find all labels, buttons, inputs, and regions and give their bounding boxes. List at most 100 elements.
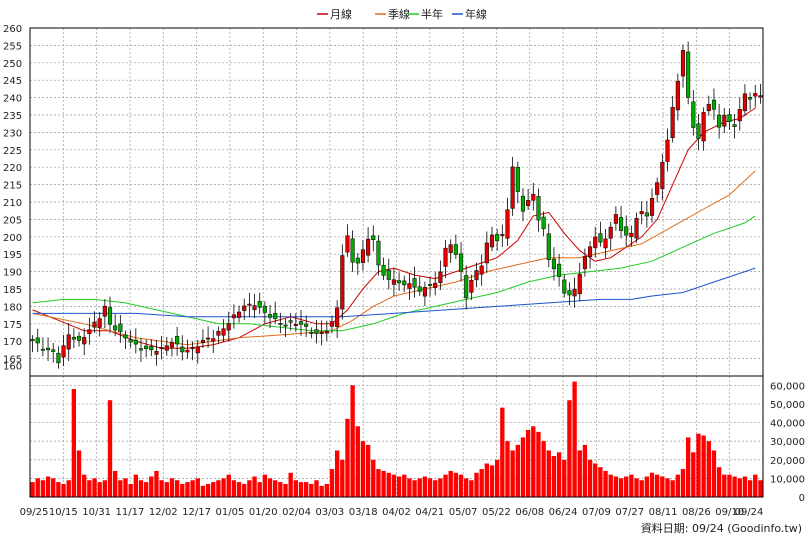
volume-bar xyxy=(340,459,345,497)
volume-bar xyxy=(551,456,557,497)
candle-body xyxy=(293,324,298,326)
volume-bar xyxy=(174,480,180,497)
candle-body xyxy=(675,80,680,111)
price-tick-label: 160 xyxy=(3,362,22,373)
candle-body xyxy=(30,339,35,341)
price-tick-label: 175 xyxy=(3,320,22,331)
candle-body xyxy=(298,321,304,325)
volume-tick-label: 0 xyxy=(799,493,805,504)
volume-bar xyxy=(417,478,422,497)
volume-bar xyxy=(618,478,624,497)
price-tick-label: 260 xyxy=(3,24,22,35)
candle-body xyxy=(546,233,551,260)
volume-bar xyxy=(82,474,87,497)
candle-body xyxy=(133,339,138,345)
volume-bar xyxy=(164,482,169,497)
volume-bar xyxy=(262,474,268,497)
candle-body xyxy=(644,212,649,217)
candle-body xyxy=(520,195,526,212)
volume-bar xyxy=(639,480,644,497)
volume-bar xyxy=(329,469,335,497)
candle-body xyxy=(71,336,76,340)
price-tick-label: 210 xyxy=(3,198,22,209)
volume-bar xyxy=(737,478,742,497)
candle-body xyxy=(164,345,169,351)
candle-body xyxy=(701,112,706,142)
x-tick-label: 07/27 xyxy=(615,507,644,518)
candle-body xyxy=(206,337,211,340)
volume-bar xyxy=(427,478,433,497)
candle-body xyxy=(541,216,546,229)
volume-tick-label: 40,000 xyxy=(770,419,805,430)
candle-body xyxy=(66,334,71,350)
volume-bar xyxy=(716,467,722,497)
price-tick-label: 220 xyxy=(3,163,22,174)
price-tick-label: 250 xyxy=(3,59,22,70)
volume-bar xyxy=(448,470,453,497)
volume-bar xyxy=(149,476,154,497)
x-tick-label: 02/04 xyxy=(282,507,311,518)
volume-bar xyxy=(531,426,536,497)
x-tick-label: 03/03 xyxy=(315,507,344,518)
candle-body xyxy=(500,234,505,236)
volume-bar xyxy=(236,482,242,497)
volume-bar xyxy=(598,467,603,497)
volume-bar xyxy=(102,480,108,497)
volume-bar xyxy=(685,437,691,497)
candle-body xyxy=(273,313,278,319)
volume-bar xyxy=(288,472,293,497)
volume-bar xyxy=(660,476,665,497)
candle-body xyxy=(613,214,618,224)
volume-bar xyxy=(396,476,402,497)
candle-body xyxy=(660,161,665,189)
volume-bar xyxy=(159,480,164,497)
x-tick-label: 09/25 xyxy=(20,507,49,518)
candle-body xyxy=(686,51,691,98)
volume-bar xyxy=(536,431,541,497)
candle-body xyxy=(102,305,107,317)
candle-body xyxy=(355,257,360,264)
volume-bar xyxy=(360,441,366,497)
candle-body xyxy=(649,198,655,216)
volume-bar xyxy=(324,483,329,497)
volume-bar xyxy=(40,480,46,497)
candle-body xyxy=(247,303,252,306)
candle-body xyxy=(753,93,758,97)
x-tick-label: 08/11 xyxy=(649,507,678,518)
x-tick-label: 03/18 xyxy=(349,507,378,518)
candle-body xyxy=(438,271,443,284)
candle-body xyxy=(458,253,464,272)
candle-body xyxy=(46,347,51,351)
volume-bar xyxy=(386,472,391,497)
volume-bar xyxy=(474,472,479,497)
volume-bar xyxy=(314,480,319,497)
volume-bar xyxy=(541,441,546,497)
candle-body xyxy=(304,323,309,327)
volume-bar xyxy=(51,478,56,497)
candle-body xyxy=(200,339,205,344)
candle-body xyxy=(190,347,195,350)
candle-body xyxy=(588,246,593,258)
candle-body xyxy=(577,273,582,295)
candle-body xyxy=(515,166,520,192)
volume-bar xyxy=(118,480,123,497)
candle-body xyxy=(123,334,128,339)
volume-bar xyxy=(221,478,226,497)
volume-bar xyxy=(727,474,732,497)
volume-bar xyxy=(195,478,200,497)
volume-bar xyxy=(443,474,448,497)
volume-bar xyxy=(298,482,304,497)
volume-bar xyxy=(190,480,195,497)
volume-bar xyxy=(180,483,185,497)
price-tick-label: 240 xyxy=(3,94,22,105)
volume-bar xyxy=(494,459,500,497)
volume-bar xyxy=(66,480,71,497)
x-tick-label: 04/21 xyxy=(415,507,444,518)
candle-body xyxy=(422,287,427,297)
volume-bar xyxy=(355,426,360,497)
candle-body xyxy=(366,238,371,256)
volume-bar xyxy=(107,400,113,497)
candle-body xyxy=(51,349,56,352)
candle-body xyxy=(226,323,231,331)
volume-bar xyxy=(185,482,190,497)
